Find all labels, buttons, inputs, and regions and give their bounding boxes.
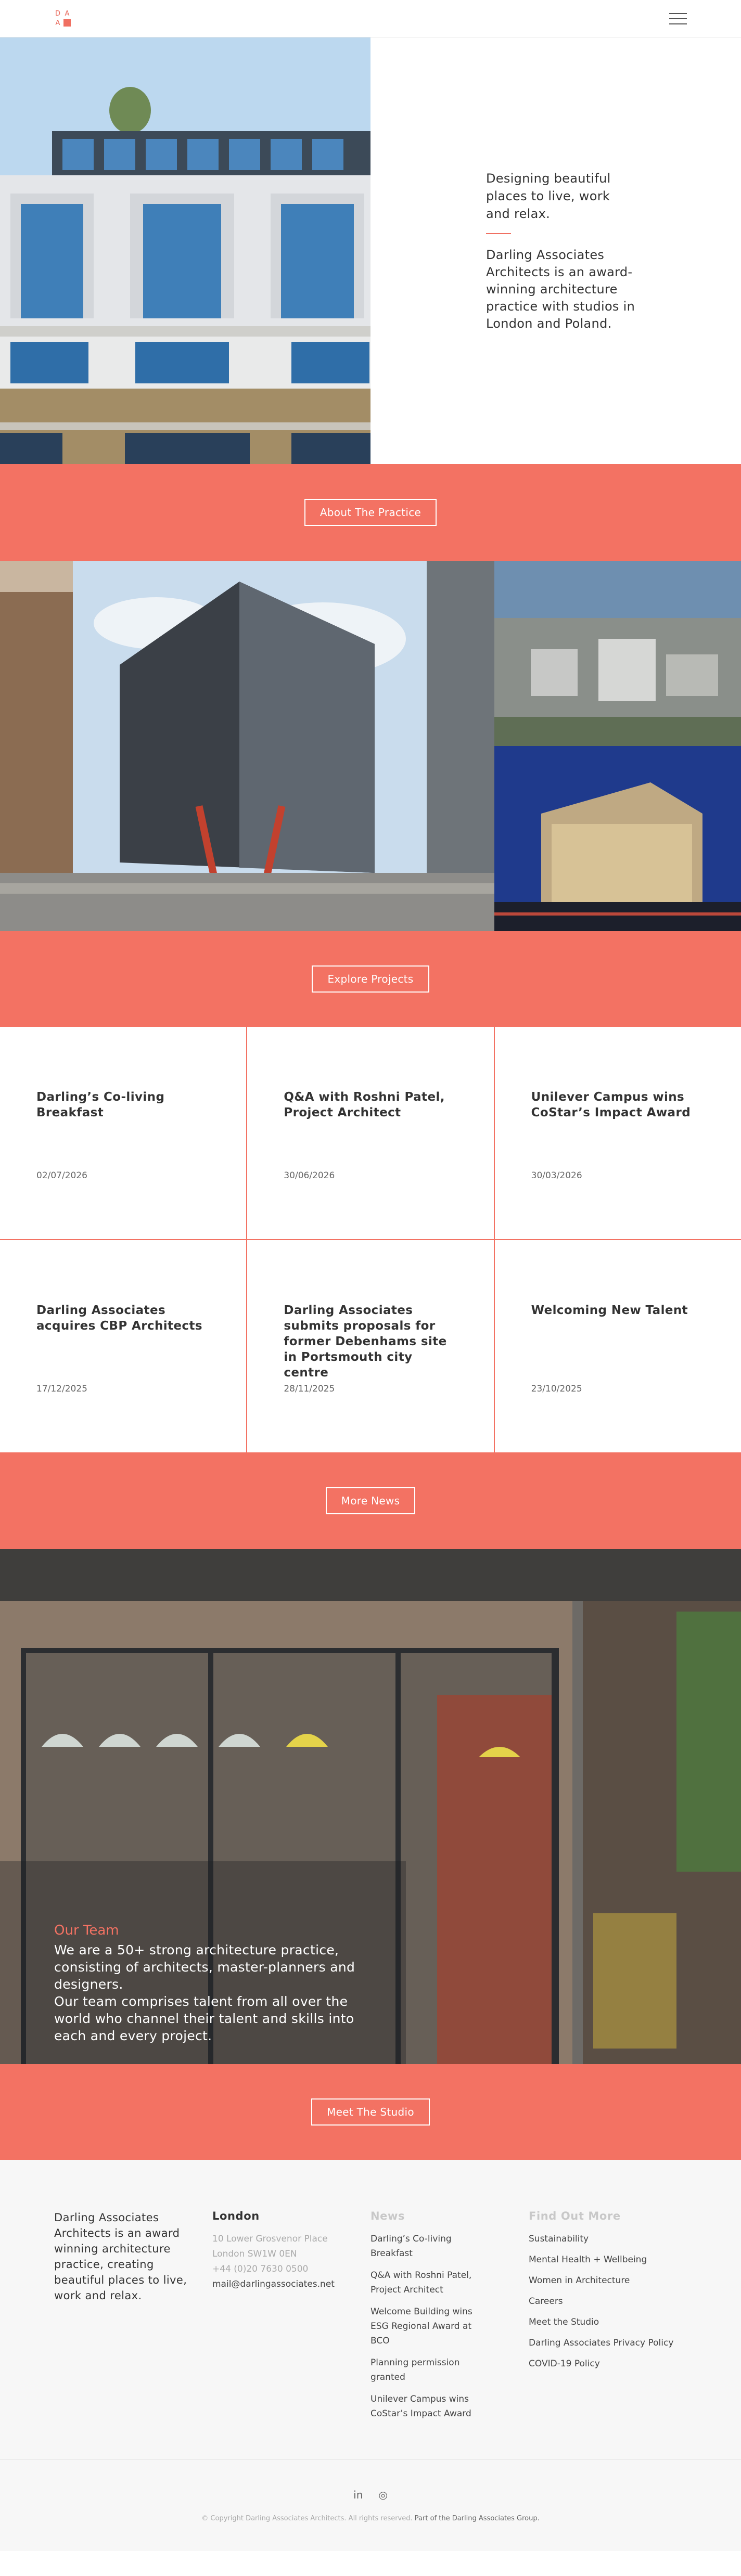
news-date: 17/12/2025 — [36, 1384, 87, 1394]
group-link[interactable]: Part of the Darling Associates Group. — [415, 2515, 540, 2522]
sub-footer: in ◎ © Copyright Darling Associates Arch… — [0, 2459, 741, 2551]
hero-building-image — [0, 37, 370, 464]
news-card[interactable]: Darling Associates acquires CBP Architec… — [0, 1240, 247, 1452]
news-date: 30/03/2026 — [531, 1170, 582, 1181]
hero-divider — [486, 233, 511, 234]
copyright-notice: © Copyright Darling Associates Architect… — [201, 2515, 413, 2522]
news-grid: Darling’s Co-living Breakfast 02/07/2026… — [0, 1027, 741, 1452]
logo-letter-a1: A — [65, 10, 70, 18]
footer-more-link[interactable]: Sustainability — [529, 2232, 674, 2246]
site-logo[interactable]: D A A — [54, 10, 71, 27]
project-image-night[interactable] — [494, 746, 741, 931]
news-date: 23/10/2025 — [531, 1384, 582, 1394]
footer-more-link[interactable]: Mental Health + Wellbeing — [529, 2252, 674, 2267]
project-image-main[interactable] — [0, 561, 494, 931]
hero-tagline: Designing beautiful places to live, work… — [486, 171, 611, 221]
site-footer: Darling Associates Architects is an awar… — [0, 2160, 741, 2459]
news-date: 28/11/2025 — [284, 1384, 335, 1394]
hero-section: Designing beautiful places to live, work… — [0, 37, 741, 464]
footer-address-line-1: 10 Lower Grosvenor Place — [212, 2234, 328, 2244]
instagram-icon[interactable]: ◎ — [378, 2489, 387, 2501]
more-news-button[interactable]: More News — [325, 1487, 416, 1514]
logo-letter-d: D — [55, 10, 60, 18]
logo-square — [63, 19, 71, 27]
news-date: 02/07/2026 — [36, 1170, 87, 1181]
about-band: About The Practice — [0, 464, 741, 561]
footer-more-link[interactable]: Meet the Studio — [529, 2315, 674, 2329]
project-side-images — [494, 561, 741, 931]
news-title: Darling’s Co-living Breakfast — [36, 1090, 165, 1119]
news-band: More News — [0, 1452, 741, 1549]
team-label: Our Team — [54, 1923, 119, 1938]
footer-news-link[interactable]: Darling’s Co-living Breakfast — [370, 2232, 485, 2261]
footer-london-heading: London — [212, 2210, 260, 2222]
team-line-1: We are a 50+ strong architecture practic… — [54, 1942, 355, 1992]
footer-more-link[interactable]: Women in Architecture — [529, 2273, 674, 2288]
footer-news-heading: News — [370, 2210, 405, 2222]
footer-phone[interactable]: +44 (0)20 7630 0500 — [212, 2262, 370, 2277]
news-card[interactable]: Darling’s Co-living Breakfast 02/07/2026 — [0, 1027, 247, 1239]
studio-band: Meet The Studio — [0, 2064, 741, 2160]
news-card[interactable]: Q&A with Roshni Patel, Project Architect… — [247, 1027, 494, 1239]
footer-address-line-2: London SW1W 0EN — [212, 2249, 297, 2259]
footer-news-link[interactable]: Unilever Campus wins CoStar’s Impact Awa… — [370, 2392, 485, 2421]
projects-gallery — [0, 561, 741, 931]
footer-news-link[interactable]: Welcome Building wins ESG Regional Award… — [370, 2304, 485, 2348]
footer-london-col: London 10 Lower Grosvenor Place London S… — [212, 2210, 370, 2428]
site-header: D A A — [0, 0, 741, 37]
news-card[interactable]: Welcoming New Talent 23/10/2025 — [494, 1240, 741, 1452]
hamburger-menu-icon[interactable] — [669, 12, 687, 24]
footer-more-link[interactable]: Darling Associates Privacy Policy — [529, 2336, 674, 2350]
news-title: Darling Associates acquires CBP Architec… — [36, 1304, 202, 1333]
footer-news-col: News Darling’s Co-living Breakfast Q&A w… — [370, 2210, 529, 2428]
explore-projects-button[interactable]: Explore Projects — [312, 965, 429, 993]
hero-text-block: Designing beautiful places to live, work… — [370, 37, 741, 464]
footer-about-text: Darling Associates Architects is an awar… — [54, 2211, 187, 2302]
footer-email[interactable]: mail@darlingassociates.net — [212, 2279, 335, 2289]
team-line-2: Our team comprises talent from all over … — [54, 1994, 354, 2043]
news-card[interactable]: Unilever Campus wins CoStar’s Impact Awa… — [494, 1027, 741, 1239]
news-title: Unilever Campus wins CoStar’s Impact Awa… — [531, 1090, 691, 1119]
news-card[interactable]: Darling Associates submits proposals for… — [247, 1240, 494, 1452]
team-section: Our Team We are a 50+ strong architectur… — [0, 1549, 741, 2064]
copyright-text: © Copyright Darling Associates Architect… — [201, 2515, 539, 2522]
meet-studio-button[interactable]: Meet The Studio — [311, 2098, 430, 2126]
footer-more-heading: Find Out More — [529, 2210, 621, 2222]
news-date: 30/06/2026 — [284, 1170, 335, 1181]
social-links: in ◎ — [353, 2489, 388, 2501]
footer-news-link[interactable]: Q&A with Roshni Patel, Project Architect — [370, 2268, 485, 2297]
news-title: Darling Associates submits proposals for… — [284, 1304, 447, 1380]
footer-news-link[interactable]: Planning permission granted — [370, 2355, 485, 2385]
projects-band: Explore Projects — [0, 931, 741, 1027]
footer-more-col: Find Out More Sustainability Mental Heal… — [529, 2210, 687, 2428]
footer-about-col: Darling Associates Architects is an awar… — [54, 2210, 212, 2428]
footer-more-link[interactable]: COVID-19 Policy — [529, 2356, 674, 2371]
news-title: Welcoming New Talent — [531, 1304, 688, 1317]
news-title: Q&A with Roshni Patel, Project Architect — [284, 1090, 445, 1119]
linkedin-icon[interactable]: in — [353, 2489, 363, 2501]
team-text-block: Our Team We are a 50+ strong architectur… — [54, 1923, 366, 2044]
hero-description: Darling Associates Architects is an awar… — [486, 247, 635, 331]
footer-more-link[interactable]: Careers — [529, 2294, 674, 2309]
about-practice-button[interactable]: About The Practice — [304, 499, 437, 526]
logo-letter-a2: A — [55, 19, 60, 27]
project-image-aerial[interactable] — [494, 561, 741, 746]
